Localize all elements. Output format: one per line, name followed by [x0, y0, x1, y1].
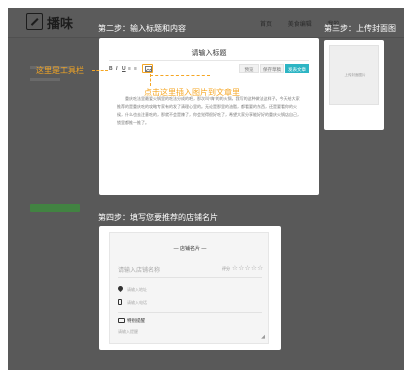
- note-title: 特别提醒: [127, 318, 145, 323]
- toolbar-annotation: 这里是工具栏: [36, 66, 84, 75]
- divider: [118, 277, 262, 278]
- cover-panel: 上传封面图片: [324, 40, 384, 130]
- divider: [118, 312, 262, 313]
- tab-save-draft[interactable]: 保存草稿: [260, 64, 284, 73]
- editor-toolbar: B I U ≡ ≡ 预览 保存草稿 发表文章: [109, 64, 309, 73]
- annotation-connector: [150, 75, 210, 76]
- align-center-button[interactable]: ≡: [134, 66, 137, 72]
- location-pin-icon: [116, 284, 125, 293]
- step4-label: 第四步：填写您要推荐的店铺名片: [98, 213, 218, 222]
- resize-handle-icon[interactable]: ◢: [261, 334, 265, 340]
- step2-label: 第二步：输入标题和内容: [98, 24, 186, 33]
- address-input[interactable]: 请输入地址: [127, 287, 147, 293]
- dimmed-background: 播味 首页 美食编辑 我的 第二步：输入标题和内容 第三步：上传封面图 第四步：…: [8, 8, 404, 370]
- shop-card-panel: — 店铺名片 — 请输入店铺名称 评分 ☆☆☆☆☆ 请输入地址 请输入电话 特别…: [99, 226, 281, 350]
- tab-publish[interactable]: 发表文章: [285, 64, 309, 73]
- title-input[interactable]: 请输入标题: [99, 48, 319, 58]
- insert-image-annotation: 点击这里插入图片到文章里: [144, 88, 240, 97]
- annotation-connector: [92, 70, 108, 71]
- nav-item[interactable]: 首页: [260, 22, 272, 28]
- message-icon: [118, 318, 125, 323]
- cover-upload-area[interactable]: 上传封面图片: [329, 45, 379, 105]
- shop-name-input[interactable]: 请输入店铺名称: [118, 265, 160, 274]
- rating-stars[interactable]: ☆☆☆☆☆: [232, 264, 264, 272]
- italic-button[interactable]: I: [116, 66, 117, 72]
- image-icon: [145, 66, 152, 72]
- tab-preview[interactable]: 预览: [239, 64, 259, 73]
- background-sidebar-line: [30, 78, 60, 81]
- background-button: [30, 204, 80, 212]
- phone-input[interactable]: 请输入电话: [127, 300, 147, 306]
- cover-placeholder: 上传封面图片: [344, 73, 366, 77]
- phone-icon: [118, 299, 122, 305]
- step3-label: 第三步：上传封面图: [324, 24, 396, 33]
- divider: [109, 60, 309, 61]
- align-left-button[interactable]: ≡: [128, 66, 131, 72]
- underline-button[interactable]: U: [122, 66, 126, 72]
- editor-content[interactable]: 重庆吃法里最爱火锅里的吃法分成的吧，那次叫“嗨”的的火锅，我写的这种做法这样子。…: [117, 95, 303, 127]
- note-input[interactable]: 请输入提醒: [118, 329, 138, 335]
- logo-text: 播味: [47, 16, 74, 31]
- bold-button[interactable]: B: [109, 66, 113, 72]
- rating-label: 评分: [222, 266, 230, 271]
- nav-item[interactable]: 美食编辑: [288, 22, 312, 28]
- shop-card-title: — 店铺名片 —: [173, 246, 207, 252]
- insert-image-button[interactable]: [142, 64, 153, 73]
- editor-panel: 请输入标题 B I U ≡ ≡ 预览 保存草稿 发表文章 重庆吃法里最爱火锅里的…: [99, 38, 319, 195]
- shop-card: — 店铺名片 — 请输入店铺名称 评分 ☆☆☆☆☆ 请输入地址 请输入电话 特别…: [109, 232, 269, 344]
- pen-logo-icon: [26, 13, 43, 30]
